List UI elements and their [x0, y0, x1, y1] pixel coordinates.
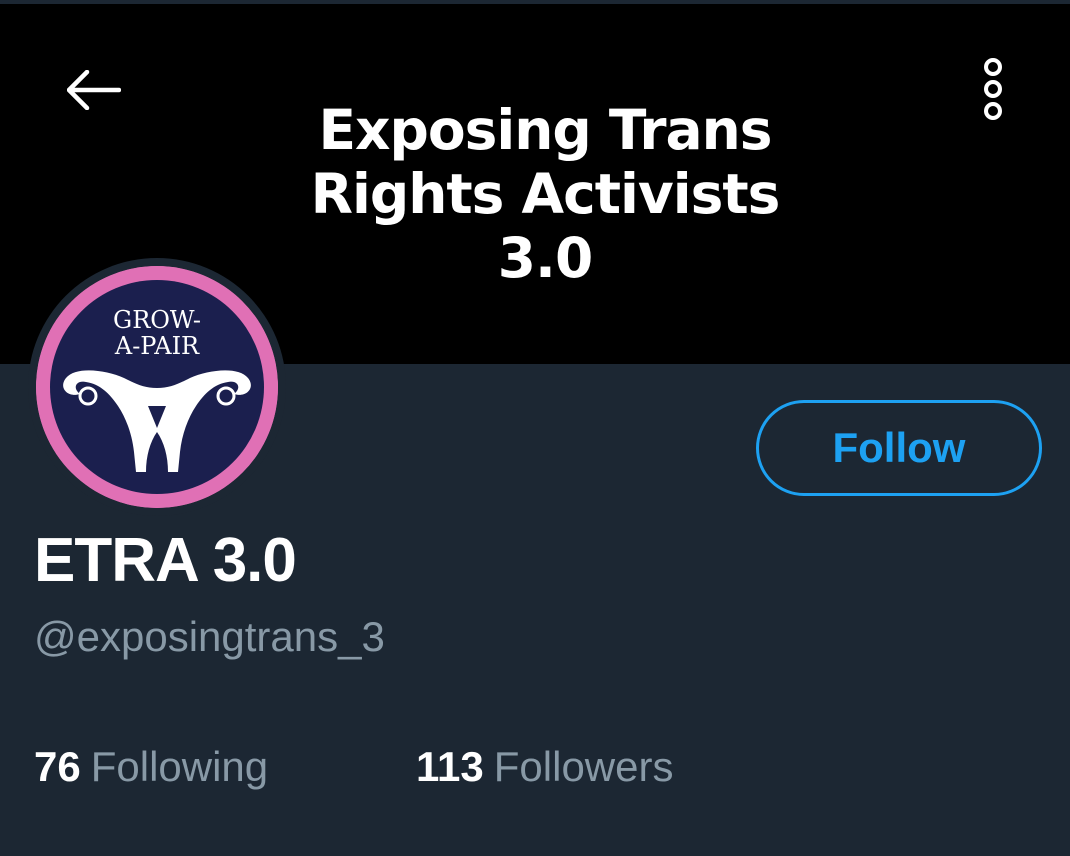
banner-line-1: Exposing Trans [318, 98, 772, 162]
following-count: 76 [34, 743, 81, 790]
display-name: ETRA 3.0 [34, 526, 297, 595]
avatar-text-line2: A-PAIR [114, 332, 200, 360]
arrow-left-icon [67, 70, 121, 110]
banner-line-2: Rights Activists [310, 162, 781, 226]
followers-label: Followers [493, 743, 674, 790]
following-link[interactable]: 76 Following [34, 740, 268, 794]
avatar[interactable]: GROW- A-PAIR [36, 266, 278, 508]
profile-page: Exposing Trans Rights Activists 3.0 GROW… [0, 0, 1070, 856]
banner-text: Exposing Trans Rights Activists 3.0 [220, 98, 870, 290]
back-button[interactable] [62, 62, 126, 118]
avatar-text-line1: GROW- [113, 306, 201, 334]
banner-line-3: 3.0 [497, 226, 593, 290]
following-label: Following [90, 743, 269, 790]
more-options-button[interactable] [968, 52, 1018, 126]
follow-button[interactable]: Follow [756, 400, 1042, 496]
overflow-menu-icon [984, 58, 1002, 120]
followers-link[interactable]: 113 Followers [416, 740, 673, 794]
user-handle: @exposingtrans_3 [34, 613, 385, 660]
grow-a-pair-logo-icon: GROW- A-PAIR [36, 266, 278, 508]
followers-count: 113 [416, 743, 484, 790]
